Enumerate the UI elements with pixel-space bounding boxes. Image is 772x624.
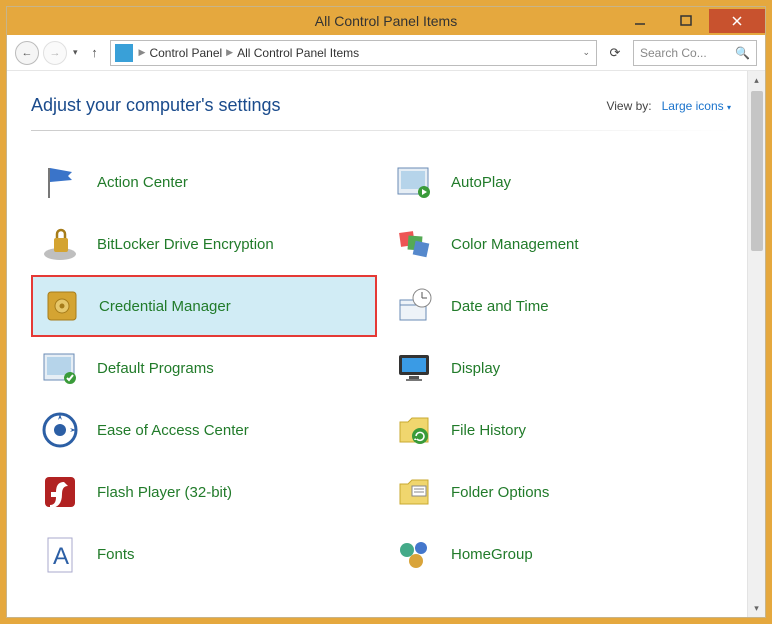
scroll-up-icon[interactable]: ▴ — [748, 71, 765, 89]
item-flash-player[interactable]: Flash Player (32-bit) — [31, 461, 377, 523]
view-by-dropdown[interactable]: Large icons ▾ — [662, 99, 731, 113]
header-row: Adjust your computer's settings View by:… — [31, 95, 731, 116]
bitlocker-icon — [39, 223, 81, 265]
breadcrumb-level2[interactable]: All Control Panel Items — [237, 46, 359, 60]
ease-of-access-icon — [39, 409, 81, 451]
fonts-icon: A — [39, 533, 81, 575]
address-bar[interactable]: ▶ Control Panel ▶ All Control Panel Item… — [110, 40, 597, 66]
item-date-and-time[interactable]: Date and Time — [385, 275, 731, 337]
item-credential-manager[interactable]: Credential Manager — [31, 275, 377, 337]
item-label: HomeGroup — [451, 546, 533, 563]
file-history-icon — [393, 409, 435, 451]
item-file-history[interactable]: File History — [385, 399, 731, 461]
search-input[interactable]: Search Co... 🔍 — [633, 40, 757, 66]
window-title: All Control Panel Items — [315, 13, 457, 29]
window-buttons — [617, 9, 765, 33]
breadcrumb-sep-icon: ▶ — [137, 47, 148, 58]
address-dropdown-icon[interactable]: ⌄ — [578, 47, 594, 58]
color-icon — [393, 223, 435, 265]
item-action-center[interactable]: Action Center — [31, 151, 377, 213]
svg-text:A: A — [53, 543, 69, 570]
view-by-label: View by: — [606, 99, 651, 113]
search-placeholder: Search Co... — [640, 46, 707, 60]
item-label: Action Center — [97, 174, 188, 191]
refresh-button[interactable]: ⟳ — [601, 40, 629, 66]
minimize-button[interactable] — [617, 9, 663, 33]
main-panel: Adjust your computer's settings View by:… — [7, 71, 747, 617]
item-label: File History — [451, 422, 526, 439]
divider — [31, 130, 731, 131]
flash-icon — [39, 471, 81, 513]
scroll-thumb[interactable] — [751, 91, 763, 251]
display-icon — [393, 347, 435, 389]
folder-options-icon — [393, 471, 435, 513]
item-label: Default Programs — [97, 360, 214, 377]
item-label: Date and Time — [451, 298, 549, 315]
search-icon: 🔍 — [735, 46, 750, 60]
view-by: View by: Large icons ▾ — [606, 99, 731, 113]
close-button[interactable] — [709, 9, 765, 33]
scroll-track[interactable] — [748, 253, 765, 599]
default-programs-icon — [39, 347, 81, 389]
item-display[interactable]: Display — [385, 337, 731, 399]
breadcrumb-level1[interactable]: Control Panel — [149, 46, 222, 60]
item-folder-options[interactable]: Folder Options — [385, 461, 731, 523]
item-label: Display — [451, 360, 500, 377]
item-label: Ease of Access Center — [97, 422, 249, 439]
chevron-down-icon: ▾ — [727, 103, 731, 112]
item-label: AutoPlay — [451, 174, 511, 191]
item-label: Color Management — [451, 236, 579, 253]
scrollbar[interactable]: ▴ ▾ — [747, 71, 765, 617]
item-ease-of-access[interactable]: Ease of Access Center — [31, 399, 377, 461]
window: All Control Panel Items ← → ▾ ↑ ▶ Contro… — [6, 6, 766, 618]
up-button[interactable]: ↑ — [84, 42, 106, 64]
history-dropdown-icon[interactable]: ▾ — [71, 47, 80, 58]
item-autoplay[interactable]: AutoPlay — [385, 151, 731, 213]
item-label: Credential Manager — [99, 298, 231, 315]
clock-calendar-icon — [393, 285, 435, 327]
item-fonts[interactable]: A Fonts — [31, 523, 377, 585]
control-panel-icon — [115, 44, 133, 62]
content: Adjust your computer's settings View by:… — [7, 71, 765, 617]
flag-icon — [39, 161, 81, 203]
titlebar: All Control Panel Items — [7, 7, 765, 35]
item-color-management[interactable]: Color Management — [385, 213, 731, 275]
autoplay-icon — [393, 161, 435, 203]
item-homegroup[interactable]: HomeGroup — [385, 523, 731, 585]
safe-icon — [41, 285, 83, 327]
breadcrumb-sep-icon: ▶ — [224, 47, 235, 58]
item-bitlocker[interactable]: BitLocker Drive Encryption — [31, 213, 377, 275]
item-label: Folder Options — [451, 484, 549, 501]
back-button[interactable]: ← — [15, 41, 39, 65]
item-default-programs[interactable]: Default Programs — [31, 337, 377, 399]
homegroup-icon — [393, 533, 435, 575]
item-label: Flash Player (32-bit) — [97, 484, 232, 501]
navbar: ← → ▾ ↑ ▶ Control Panel ▶ All Control Pa… — [7, 35, 765, 71]
forward-button[interactable]: → — [43, 41, 67, 65]
maximize-button[interactable] — [663, 9, 709, 33]
item-label: BitLocker Drive Encryption — [97, 236, 274, 253]
page-title: Adjust your computer's settings — [31, 95, 281, 116]
scroll-down-icon[interactable]: ▾ — [748, 599, 765, 617]
item-label: Fonts — [97, 546, 135, 563]
items-grid: Action Center AutoPlay BitLocker Drive E… — [31, 151, 731, 585]
